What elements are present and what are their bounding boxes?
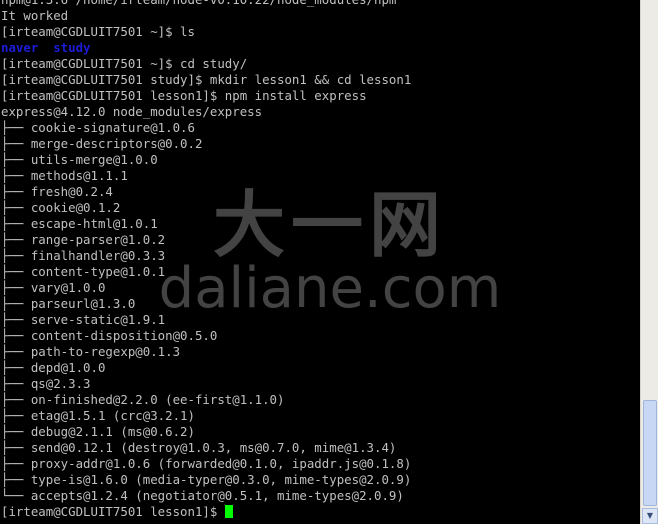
output-line: [irteam@CGDLUIT7501 ~]$ ls [1,24,195,39]
output-line: ├── parseurl@1.3.0 [1,296,136,311]
output-line: ├── content-type@1.0.1 [1,264,166,279]
output-line: ├── proxy-addr@1.0.6 (forwarded@0.1.0, i… [1,456,412,471]
output-line: ├── type-is@1.6.0 (media-typer@0.3.0, mi… [1,472,412,487]
output-line: ├── merge-descriptors@0.0.2 [1,136,203,151]
output-line: ├── on-finished@2.2.0 (ee-first@1.1.0) [1,392,285,407]
output-line: ├── etag@1.5.1 (crc@3.2.1) [1,408,195,423]
directory-listing-line: naver study [1,40,91,55]
scroll-down-button[interactable]: ▼ [642,508,658,524]
output-line: [irteam@CGDLUIT7501 study]$ mkdir lesson… [1,72,412,87]
output-line: ├── finalhandler@0.3.3 [1,248,166,263]
output-line: ├── methods@1.1.1 [1,168,128,183]
output-line: It worked [1,8,69,23]
output-line: [irteam@CGDLUIT7501 lesson1]$ npm instal… [1,88,367,103]
output-line: ├── serve-static@1.9.1 [1,312,166,327]
output-line: ├── depd@1.0.0 [1,360,106,375]
output-line: ├── debug@2.1.1 (ms@0.6.2) [1,424,195,439]
output-lines: npm@1.3.6 /home/irteam/node-v0.10.22/nod… [0,0,640,504]
output-line: npm@1.3.6 /home/irteam/node-v0.10.22/nod… [0,0,640,8]
output-line: ├── utils-merge@1.0.0 [1,152,158,167]
output-line: express@4.12.0 node_modules/express [1,104,263,119]
terminal-output[interactable]: npm@1.3.6 /home/irteam/node-v0.10.22/nod… [0,0,640,524]
vertical-scrollbar[interactable]: ▼ [640,0,658,524]
output-line: ├── cookie-signature@1.0.6 [1,120,195,135]
output-line: ├── send@0.12.1 (destroy@1.0.3, ms@0.7.0… [1,440,397,455]
scrollbar-thumb[interactable] [643,400,657,506]
output-line: ├── escape-html@1.0.1 [1,216,158,231]
output-line: ├── content-disposition@0.5.0 [1,328,218,343]
output-line: ├── range-parser@1.0.2 [1,232,166,247]
output-line: ├── vary@1.0.0 [1,280,106,295]
output-line: ├── path-to-regexp@0.1.3 [1,344,181,359]
terminal-window[interactable]: npm@1.3.6 /home/irteam/node-v0.10.22/nod… [0,0,658,524]
prompt-line[interactable]: [irteam@CGDLUIT7501 lesson1]$ [0,504,640,520]
output-line: ├── cookie@0.1.2 [1,200,121,215]
output-line: └── accepts@1.2.4 (negotiator@0.5.1, mim… [1,488,404,503]
output-line: [irteam@CGDLUIT7501 ~]$ cd study/ [1,56,248,71]
output-line: ├── qs@2.3.3 [1,376,91,391]
output-line: ├── fresh@0.2.4 [1,184,113,199]
prompt-text: [irteam@CGDLUIT7501 lesson1]$ [1,504,225,519]
text-cursor [224,505,233,518]
